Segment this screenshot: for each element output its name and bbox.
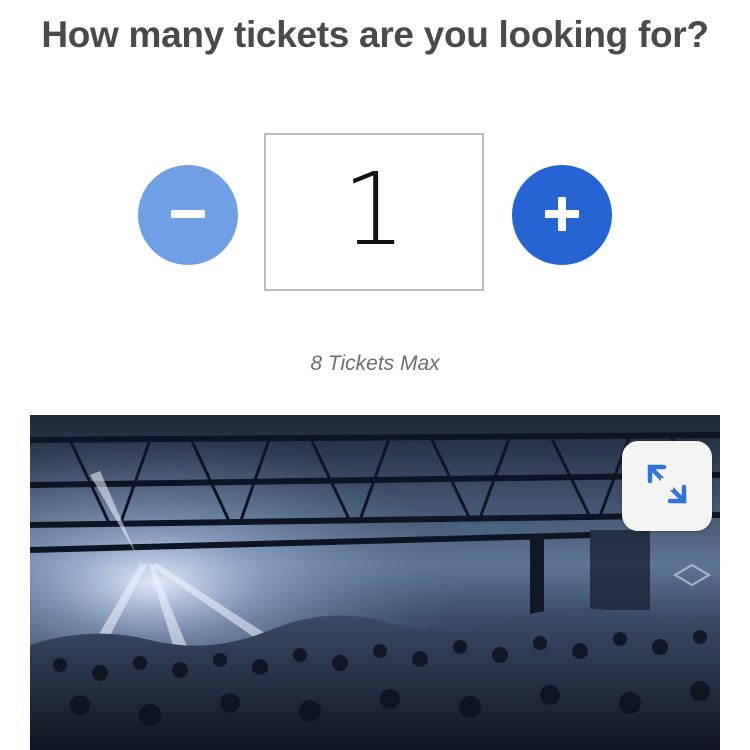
quantity-value: 1 — [342, 151, 406, 268]
ticket-quantity-screen: How many tickets are you looking for? 1 … — [0, 0, 750, 750]
expand-diagonal-icon — [642, 459, 692, 514]
page-title: How many tickets are you looking for? — [41, 14, 709, 55]
plus-icon — [545, 196, 579, 234]
venue-photo — [30, 415, 720, 750]
decrement-button[interactable] — [138, 165, 238, 265]
increment-button[interactable] — [512, 165, 612, 265]
quantity-field[interactable]: 1 — [264, 133, 484, 291]
max-tickets-note: 8 Tickets Max — [310, 352, 440, 375]
expand-image-button[interactable] — [622, 441, 712, 531]
concert-venue-photo — [30, 415, 720, 750]
minus-icon — [171, 197, 205, 234]
